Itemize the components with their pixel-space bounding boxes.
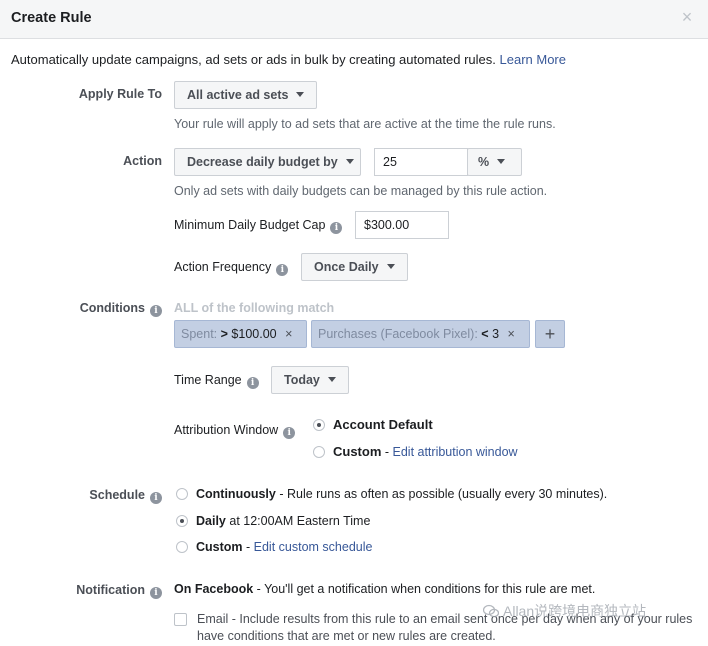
min-cap-label-text: Minimum Daily Budget Cap [174, 218, 326, 232]
chip-operator: > [220, 327, 228, 341]
wechat-icon [483, 604, 499, 618]
schedule-custom-label: Custom [196, 540, 243, 554]
watermark-text: Allan说跨境电商独立站 [503, 603, 647, 619]
action-value: Decrease daily budget by [187, 155, 338, 169]
conditions-match-text: ALL of the following match [174, 301, 335, 315]
notification-on-facebook: On Facebook - You'll get a notification … [174, 582, 595, 596]
radio-selected-icon[interactable] [176, 515, 188, 527]
info-icon[interactable]: i [246, 377, 259, 389]
radio-unselected-icon[interactable] [176, 541, 188, 553]
info-icon[interactable]: i [276, 264, 289, 276]
learn-more-link[interactable]: Learn More [500, 52, 566, 67]
action-amount-input[interactable]: 25 [374, 148, 468, 176]
schedule-option-daily[interactable]: Daily at 12:00AM Eastern Time [176, 514, 370, 528]
time-range-label: Time Range i [174, 373, 259, 389]
info-icon[interactable]: i [330, 222, 343, 234]
condition-chip-purchases[interactable]: Purchases (Facebook Pixel): < 3 × [311, 320, 530, 348]
action-frequency-value: Once Daily [314, 260, 379, 274]
dialog-header: Create Rule × [0, 0, 708, 39]
edit-custom-schedule-link[interactable]: Edit custom schedule [254, 540, 373, 554]
chip-metric: Purchases (Facebook Pixel): [318, 327, 478, 341]
edit-attribution-window-link[interactable]: Edit attribution window [393, 445, 518, 459]
attribution-option-custom-label: Custom [333, 444, 382, 459]
action-unit-dropdown[interactable]: % [467, 148, 522, 176]
time-range-dropdown[interactable]: Today [271, 366, 349, 394]
caret-down-icon [386, 264, 395, 269]
schedule-daily-desc: at 12:00AM Eastern Time [225, 514, 371, 528]
schedule-daily-label: Daily [196, 514, 226, 528]
chip-value: 3 [492, 327, 500, 341]
condition-chip-spent[interactable]: Spent: > $100.00 × [174, 320, 307, 348]
notification-email-desc-line2: have conditions that are met or new rule… [197, 629, 496, 643]
caret-down-icon [327, 377, 336, 382]
time-range-label-text: Time Range [174, 373, 242, 387]
radio-selected-icon[interactable] [313, 419, 325, 431]
intro-sentence: Automatically update campaigns, ad sets … [11, 52, 500, 67]
action-unit-value: % [478, 155, 490, 169]
separator: - [242, 540, 254, 554]
dialog-title: Create Rule [11, 10, 92, 26]
caret-down-icon [296, 92, 305, 97]
attribution-window-label-text: Attribution Window [174, 423, 279, 437]
schedule-option-continuously[interactable]: Continuously - Rule runs as often as pos… [176, 487, 607, 501]
add-condition-button[interactable]: + [535, 320, 565, 348]
caret-down-icon [497, 159, 506, 164]
schedule-continuously-desc: - Rule runs as often as possible (usuall… [275, 487, 608, 501]
apply-rule-to-help: Your rule will apply to ad sets that are… [174, 117, 556, 131]
notification-label: Notification i [12, 583, 162, 599]
notification-facebook-desc: - You'll get a notification when conditi… [253, 582, 596, 596]
info-icon[interactable]: i [283, 427, 296, 439]
schedule-label-text: Schedule [89, 488, 145, 502]
apply-rule-to-dropdown[interactable]: All active ad sets [174, 81, 318, 109]
email-checkbox[interactable] [174, 613, 187, 626]
action-dropdown[interactable]: Decrease daily budget by [174, 148, 361, 176]
notification-label-text: Notification [76, 583, 145, 597]
action-frequency-label-text: Action Frequency [174, 260, 272, 274]
caret-down-icon [345, 159, 354, 164]
min-cap-label: Minimum Daily Budget Cap i [174, 218, 343, 234]
watermark: Allan说跨境电商独立站 [483, 601, 646, 621]
schedule-label: Schedule i [12, 488, 162, 504]
separator: - [381, 445, 393, 459]
attribution-window-label: Attribution Window i [174, 423, 296, 439]
conditions-label: Conditions i [12, 301, 162, 317]
intro-text: Automatically update campaigns, ad sets … [11, 52, 566, 67]
time-range-value: Today [284, 373, 320, 387]
radio-unselected-icon[interactable] [176, 488, 188, 500]
action-label: Action [123, 154, 162, 168]
attribution-option-default-label: Account Default [333, 417, 433, 432]
action-frequency-label: Action Frequency i [174, 260, 289, 276]
chip-metric: Spent: [181, 327, 218, 341]
notification-facebook-label: On Facebook [174, 582, 254, 596]
remove-condition-icon[interactable]: × [285, 327, 292, 341]
schedule-option-custom[interactable]: Custom - Edit custom schedule [176, 540, 372, 554]
chip-operator: < [481, 327, 489, 341]
chip-value: $100.00 [231, 327, 277, 341]
radio-unselected-icon[interactable] [313, 446, 325, 458]
close-icon[interactable]: × [678, 8, 696, 26]
conditions-label-text: Conditions [79, 301, 145, 315]
notification-email-label: Email [197, 612, 229, 626]
apply-rule-to-label: Apply Rule To [78, 87, 162, 101]
info-icon[interactable]: i [150, 305, 162, 317]
attribution-option-default[interactable]: Account Default [313, 417, 433, 432]
info-icon[interactable]: i [150, 492, 162, 504]
action-help: Only ad sets with daily budgets can be m… [174, 184, 548, 198]
info-icon[interactable]: i [150, 587, 162, 599]
attribution-option-custom[interactable]: Custom - Edit attribution window [313, 444, 518, 459]
remove-condition-icon[interactable]: × [508, 327, 515, 341]
apply-rule-to-value: All active ad sets [187, 88, 289, 102]
min-cap-input[interactable]: $300.00 [355, 211, 449, 239]
schedule-continuously-label: Continuously [196, 487, 276, 501]
action-frequency-dropdown[interactable]: Once Daily [301, 253, 408, 281]
